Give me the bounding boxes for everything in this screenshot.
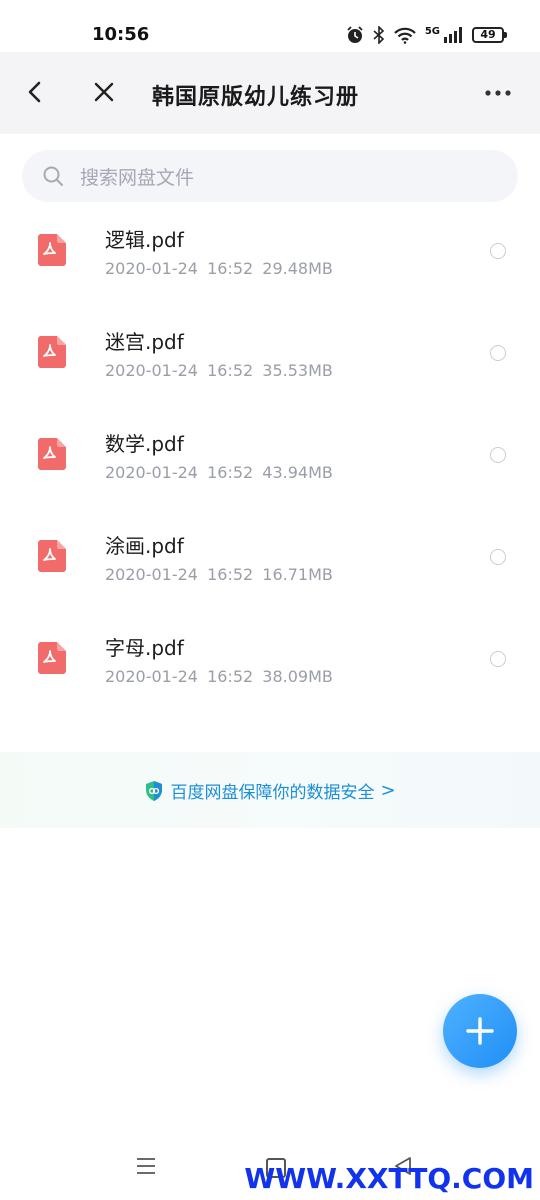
file-meta: 2020-01-24 16:52 43.94MB: [105, 463, 333, 482]
file-size: 16.71MB: [262, 565, 333, 584]
battery-icon: 49: [472, 27, 507, 43]
page-title: 韩国原版幼儿练习册: [152, 85, 360, 110]
file-size: 35.53MB: [262, 361, 333, 380]
file-time: 16:52: [207, 565, 254, 584]
menu-icon[interactable]: [136, 1156, 156, 1176]
file-row[interactable]: 涂画.pdf 2020-01-24 16:52 16.71MB: [0, 518, 540, 620]
watermark: WWW.XXTTQ.COM: [244, 1162, 534, 1195]
file-list: 逻辑.pdf 2020-01-24 16:52 29.48MB 迷宫.pdf 2…: [0, 212, 540, 722]
file-date: 2020-01-24: [105, 259, 198, 278]
file-name: 字母.pdf: [105, 636, 184, 660]
status-time: 10:56: [92, 24, 150, 45]
close-icon: [94, 82, 114, 102]
file-size: 29.48MB: [262, 259, 333, 278]
chevron-right-icon: >: [380, 780, 396, 801]
close-button[interactable]: [86, 74, 122, 110]
file-meta: 2020-01-24 16:52 38.09MB: [105, 667, 333, 686]
file-name: 逻辑.pdf: [105, 228, 184, 252]
file-time: 16:52: [207, 667, 254, 686]
select-checkbox[interactable]: [490, 243, 506, 259]
network-label: 5G: [424, 25, 440, 37]
more-button[interactable]: [480, 78, 516, 108]
plus-icon: [466, 1017, 494, 1045]
safety-banner-content: 百度网盘保障你的数据安全 >: [0, 778, 540, 803]
file-name: 涂画.pdf: [105, 534, 184, 558]
chevron-left-icon: [28, 81, 41, 103]
search-placeholder: 搜索网盘文件: [80, 167, 195, 189]
file-row[interactable]: 迷宫.pdf 2020-01-24 16:52 35.53MB: [0, 314, 540, 416]
file-time: 16:52: [207, 361, 254, 380]
back-button[interactable]: [18, 74, 54, 110]
file-meta: 2020-01-24 16:52 35.53MB: [105, 361, 333, 380]
search-icon: [43, 166, 63, 186]
select-checkbox[interactable]: [490, 447, 506, 463]
alarm-icon: [347, 26, 363, 43]
safety-banner[interactable]: 百度网盘保障你的数据安全 >: [0, 752, 540, 828]
select-checkbox[interactable]: [490, 345, 506, 361]
wifi-icon: [394, 27, 416, 44]
file-time: 16:52: [207, 259, 254, 278]
pdf-file-icon: [38, 642, 66, 674]
top-app-bar: 韩国原版幼儿练习册: [0, 52, 540, 134]
file-date: 2020-01-24: [105, 565, 198, 584]
file-size: 43.94MB: [262, 463, 333, 482]
select-checkbox[interactable]: [490, 549, 506, 565]
signal-icon: [444, 27, 462, 43]
file-meta: 2020-01-24 16:52 29.48MB: [105, 259, 333, 278]
pdf-file-icon: [38, 540, 66, 572]
file-date: 2020-01-24: [105, 361, 198, 380]
file-row[interactable]: 字母.pdf 2020-01-24 16:52 38.09MB: [0, 620, 540, 722]
file-row[interactable]: 数学.pdf 2020-01-24 16:52 43.94MB: [0, 416, 540, 518]
file-size: 38.09MB: [262, 667, 333, 686]
pdf-file-icon: [38, 438, 66, 470]
shield-icon: [146, 780, 163, 801]
file-name: 迷宫.pdf: [105, 330, 184, 354]
pdf-file-icon: [38, 336, 66, 368]
file-meta: 2020-01-24 16:52 16.71MB: [105, 565, 333, 584]
status-icons: 5G 49: [346, 24, 507, 46]
safety-banner-text: 百度网盘保障你的数据安全: [170, 783, 375, 803]
more-horizontal-icon: [485, 90, 511, 96]
add-button[interactable]: [443, 994, 517, 1068]
bluetooth-icon: [373, 26, 384, 44]
file-date: 2020-01-24: [105, 463, 198, 482]
select-checkbox[interactable]: [490, 651, 506, 667]
file-date: 2020-01-24: [105, 667, 198, 686]
pdf-file-icon: [38, 234, 66, 266]
status-bar: 10:56 5G 49: [0, 0, 540, 52]
file-row[interactable]: 逻辑.pdf 2020-01-24 16:52 29.48MB: [0, 212, 540, 314]
file-name: 数学.pdf: [105, 432, 184, 456]
file-time: 16:52: [207, 463, 254, 482]
